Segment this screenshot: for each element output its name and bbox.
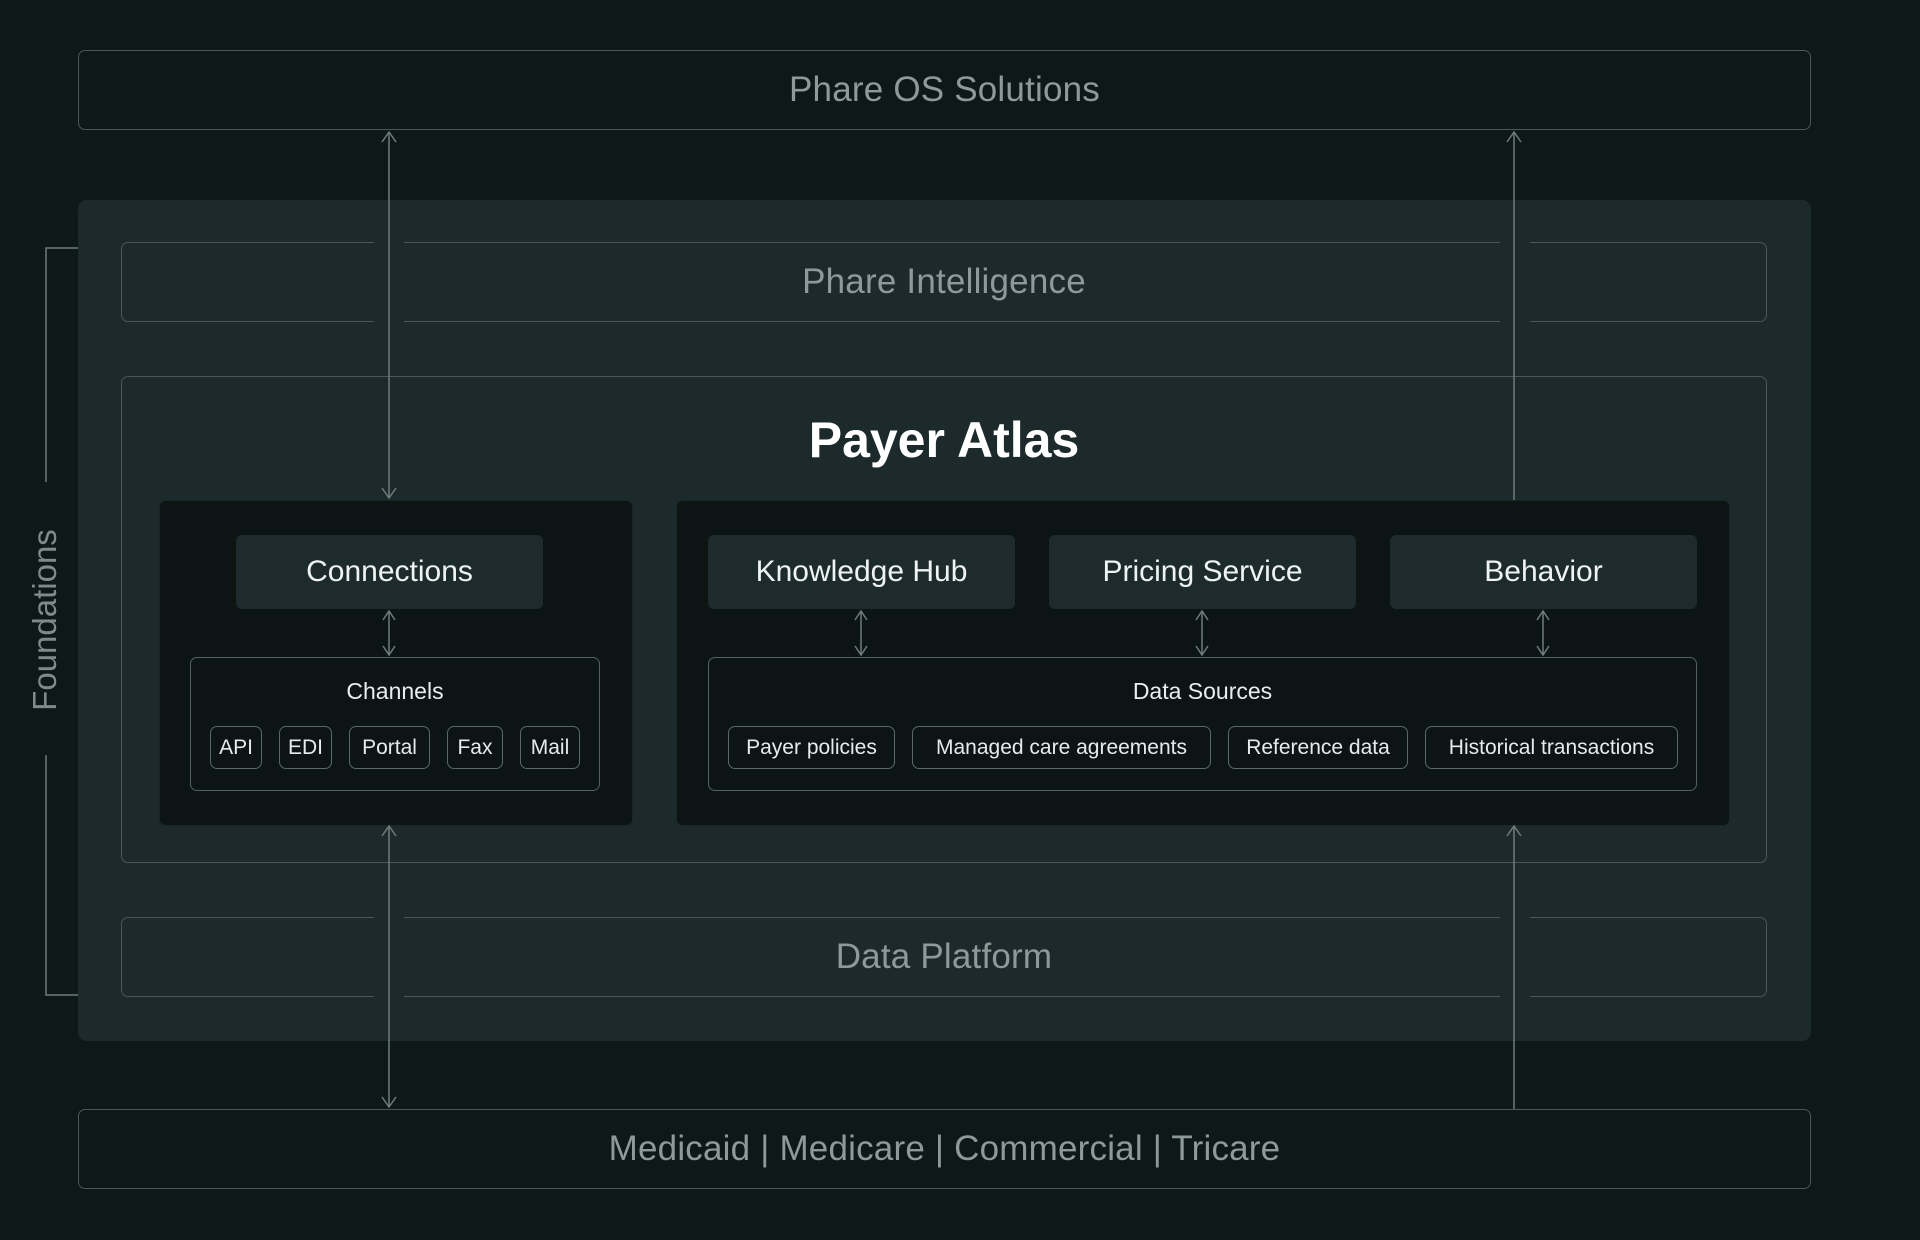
foundations-bracket-bottom	[45, 755, 78, 996]
foundations-bracket-top	[45, 247, 78, 482]
connector-lines	[45, 130, 1550, 1109]
foundations-label-text: Foundations	[26, 529, 63, 711]
